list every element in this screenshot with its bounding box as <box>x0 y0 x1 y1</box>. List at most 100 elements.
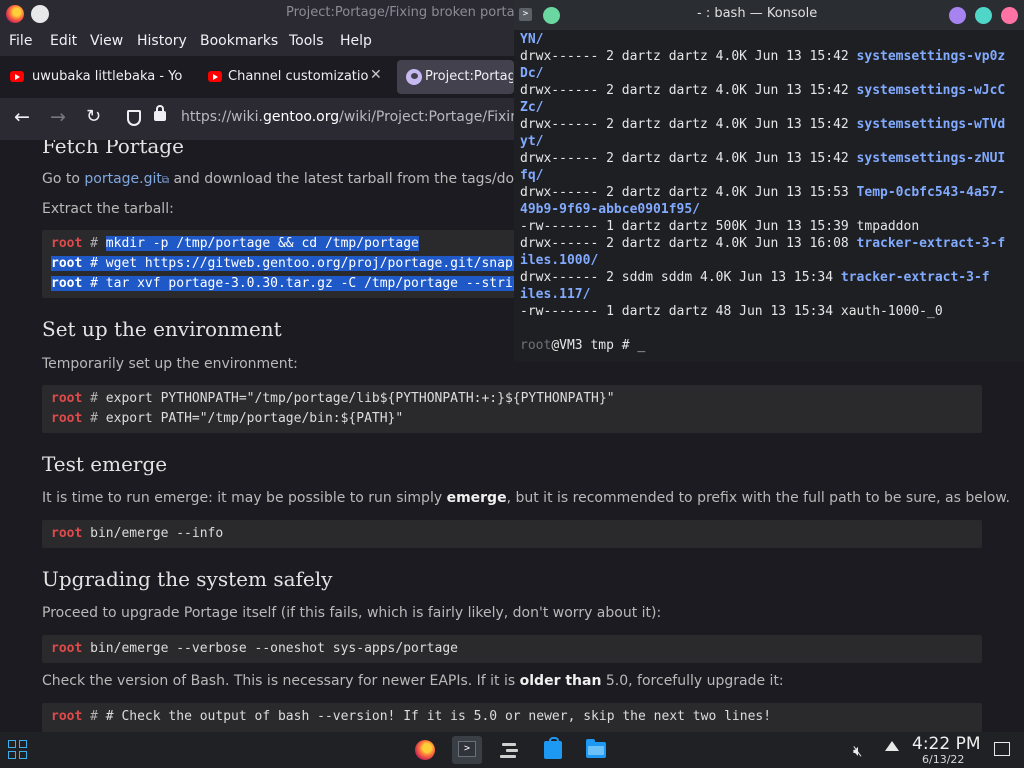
directory-name: Temp-0cbfc543-4a57- <box>856 185 1006 200</box>
taskbar: > 🔇︎ 4:22 PM 6/13/22 <box>0 732 1024 768</box>
code-line[interactable]: root # # Check the output of bash --vers… <box>51 709 771 724</box>
tab-uwubaka[interactable]: uwubaka littlebaka - Yo <box>0 60 196 94</box>
code-block-env[interactable]: root # export PYTHONPATH="/tmp/portage/l… <box>42 385 982 433</box>
file-info: drwx------ 2 dartz dartz 4.0K Jun 13 15:… <box>520 49 857 64</box>
close-icon[interactable]: ✕ <box>370 67 382 83</box>
file-info: -rw------- 1 dartz dartz 500K Jun 13 15:… <box>520 219 920 234</box>
fetch-paragraph: Go to portage.git⧉ and download the late… <box>42 171 547 187</box>
code-line[interactable]: root # export PYTHONPATH="/tmp/portage/l… <box>51 391 615 406</box>
window-menu-icon[interactable] <box>31 5 49 23</box>
close-icon[interactable] <box>1001 7 1018 24</box>
lock-icon[interactable] <box>154 105 166 121</box>
minimize-icon[interactable] <box>949 7 966 24</box>
konsole-window: > - : bash — Konsole YN/drwx------ 2 dar… <box>514 0 1024 362</box>
virt-manager-icon[interactable] <box>500 741 520 759</box>
terminal-icon: > <box>519 8 532 21</box>
konsole-icon: > <box>458 741 476 757</box>
system-tray-expand-icon[interactable] <box>885 741 899 751</box>
text: Check the version of Bash. This is neces… <box>42 673 520 689</box>
forward-icon[interactable]: → <box>50 106 66 128</box>
heading-upgrading: Upgrading the system safely <box>42 567 333 591</box>
command: # Check the output of bash --version! If… <box>105 709 772 724</box>
command: wget https://gitweb.gentoo.org/proj/port… <box>105 256 529 271</box>
terminal-line: -rw------- 1 dartz dartz 500K Jun 13 15:… <box>520 219 919 234</box>
command: tar xvf portage-3.0.30.tar.gz -C /tmp/po… <box>105 276 529 291</box>
link-text: portage.git <box>84 171 162 187</box>
text: It is time to run emerge: it may be poss… <box>42 490 447 506</box>
bash-paragraph: Check the version of Bash. This is neces… <box>42 673 784 689</box>
directory-name: tracker-extract-3-f <box>840 270 990 285</box>
portage-git-link[interactable]: portage.git⧉ <box>84 171 169 187</box>
clock-time[interactable]: 4:22 PM <box>912 734 981 754</box>
url-input[interactable]: https://wiki.gentoo.org/wiki/Project:Por… <box>181 109 528 125</box>
menu-file[interactable]: File <box>9 33 32 49</box>
directory-name: iles.1000/ <box>520 253 599 268</box>
directory-name: iles.117/ <box>520 287 591 302</box>
menu-edit[interactable]: Edit <box>50 33 77 49</box>
reload-icon[interactable]: ↻ <box>86 106 101 127</box>
terminal-line: iles.117/ <box>520 287 590 302</box>
code-line[interactable]: root # tar xvf portage-3.0.30.tar.gz -C … <box>51 276 529 291</box>
firefox-icon <box>6 5 24 23</box>
file-info: drwx------ 2 sddm sddm 4.0K Jun 13 15:34 <box>520 270 841 285</box>
keep-above-icon[interactable] <box>543 7 560 24</box>
directory-name: 49b9-9f69-abbce0901f95/ <box>520 202 701 217</box>
tab-channel-customization[interactable]: Channel customization ✕ <box>198 60 392 94</box>
prompt-host: @VM3 tmp # _ <box>551 338 646 353</box>
file-info: -rw------- 1 dartz dartz 48 Jun 13 15:34… <box>520 304 943 319</box>
hash: # <box>90 391 98 406</box>
hash: # <box>90 411 98 426</box>
text: and download the latest tarball from the… <box>169 171 547 187</box>
menu-tools[interactable]: Tools <box>289 33 324 49</box>
menu-history[interactable]: History <box>137 33 187 49</box>
show-desktop-icon[interactable] <box>994 742 1010 756</box>
terminal-line: fq/ <box>520 168 543 183</box>
file-info: drwx------ 2 dartz dartz 4.0K Jun 13 15:… <box>520 185 857 200</box>
terminal-line: YN/ <box>520 32 543 47</box>
menu-help[interactable]: Help <box>340 33 372 49</box>
code-block-test[interactable]: root bin/emerge --info <box>42 520 982 548</box>
terminal-line: drwx------ 2 dartz dartz 4.0K Jun 13 15:… <box>520 49 1005 64</box>
shield-icon[interactable] <box>127 110 141 126</box>
maximize-icon[interactable] <box>975 7 992 24</box>
back-icon[interactable]: ← <box>14 106 30 128</box>
konsole-titlebar[interactable]: > - : bash — Konsole <box>514 0 1024 30</box>
terminal-output[interactable]: YN/drwx------ 2 dartz dartz 4.0K Jun 13 … <box>514 30 1024 362</box>
firefox-taskbar-icon[interactable] <box>415 740 435 760</box>
code-line[interactable]: root bin/emerge --info <box>51 526 223 541</box>
volume-muted-icon[interactable]: 🔇︎ <box>853 742 862 760</box>
youtube-icon <box>208 71 222 82</box>
root-prompt: root <box>51 276 83 291</box>
terminal-line: drwx------ 2 dartz dartz 4.0K Jun 13 15:… <box>520 151 1005 166</box>
hash: # <box>90 236 98 251</box>
clock-date[interactable]: 6/13/22 <box>922 753 964 766</box>
code-line[interactable]: root bin/emerge --verbose --oneshot sys-… <box>51 641 458 656</box>
menu-bookmarks[interactable]: Bookmarks <box>200 33 278 49</box>
url-prefix: https://wiki. <box>181 109 263 125</box>
discover-store-icon[interactable] <box>544 737 562 759</box>
code-block-bash[interactable]: root # # Check the output of bash --vers… <box>42 703 982 732</box>
code-block-upgrade[interactable]: root bin/emerge --verbose --oneshot sys-… <box>42 635 982 663</box>
command: mkdir -p /tmp/portage && cd /tmp/portage <box>105 236 419 251</box>
tab-portage[interactable]: Project:Portag <box>397 60 514 94</box>
terminal-line: drwx------ 2 dartz dartz 4.0K Jun 13 15:… <box>520 83 1005 98</box>
terminal-line: drwx------ 2 dartz dartz 4.0K Jun 13 16:… <box>520 236 1005 251</box>
hash: # <box>90 276 98 291</box>
code-line[interactable]: root # wget https://gitweb.gentoo.org/pr… <box>51 256 529 271</box>
terminal-line: drwx------ 2 dartz dartz 4.0K Jun 13 15:… <box>520 117 1005 132</box>
heading-setup-env: Set up the environment <box>42 317 282 341</box>
code-line[interactable]: root # mkdir -p /tmp/portage && cd /tmp/… <box>51 236 419 251</box>
directory-name: yt/ <box>520 134 544 149</box>
text: , but it is recommended to prefix with t… <box>506 490 1010 506</box>
directory-name: systemsettings-wTVd <box>856 117 1006 132</box>
root-prompt: root <box>51 526 83 541</box>
file-manager-icon[interactable] <box>586 739 606 758</box>
url-domain: gentoo.org <box>262 109 340 125</box>
app-launcher-icon[interactable] <box>8 740 28 760</box>
menu-view[interactable]: View <box>90 33 123 49</box>
env-paragraph: Temporarily set up the environment: <box>42 356 298 372</box>
directory-name: YN/ <box>520 32 544 47</box>
command: bin/emerge --verbose --oneshot sys-apps/… <box>90 641 458 656</box>
code-line[interactable]: root # export PATH="/tmp/portage/bin:${P… <box>51 411 403 426</box>
shell-prompt[interactable]: root@VM3 tmp # _ <box>520 338 645 353</box>
